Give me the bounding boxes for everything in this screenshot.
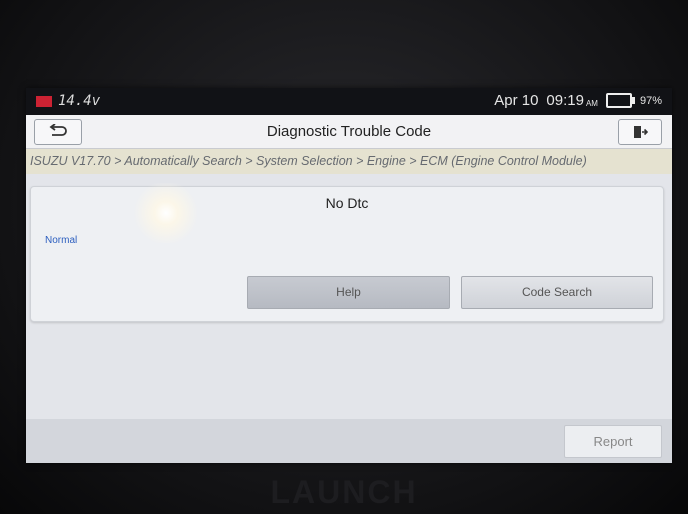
- voltage-readout: 14.4v: [58, 93, 101, 109]
- screen: 14.4v Apr 10 09:19 AM 97% Diagnostic Tro…: [26, 88, 672, 463]
- vehicle-battery-icon: [36, 95, 52, 107]
- footer-bar: Report: [26, 419, 672, 463]
- exit-button[interactable]: [618, 119, 662, 145]
- title-bar: Diagnostic Trouble Code: [26, 115, 672, 149]
- status-time: 09:19: [546, 92, 584, 109]
- dtc-status: Normal: [45, 235, 78, 246]
- status-bar: 14.4v Apr 10 09:19 AM 97%: [26, 88, 672, 115]
- code-search-button[interactable]: Code Search: [461, 276, 653, 309]
- status-left: 14.4v: [36, 93, 100, 109]
- battery-icon: [605, 93, 635, 108]
- report-button[interactable]: Report: [564, 425, 662, 458]
- status-ampm: AM: [585, 98, 598, 108]
- help-button[interactable]: Help: [247, 276, 450, 309]
- light-glare: [131, 183, 201, 243]
- dtc-message: No Dtc: [325, 195, 369, 211]
- breadcrumb: ISUZU V17.70 > Automatically Search > Sy…: [26, 149, 672, 174]
- status-right: Apr 10 09:19 AM 97%: [494, 92, 662, 109]
- dtc-result-card: No Dtc Normal Help Code Search: [30, 183, 664, 322]
- battery-percent: 97%: [639, 94, 662, 107]
- exit-icon: [634, 126, 648, 138]
- device-brand-logo: LAUNCH: [270, 474, 418, 510]
- status-date: Apr 10: [494, 92, 539, 109]
- page-title: Diagnostic Trouble Code: [266, 123, 432, 140]
